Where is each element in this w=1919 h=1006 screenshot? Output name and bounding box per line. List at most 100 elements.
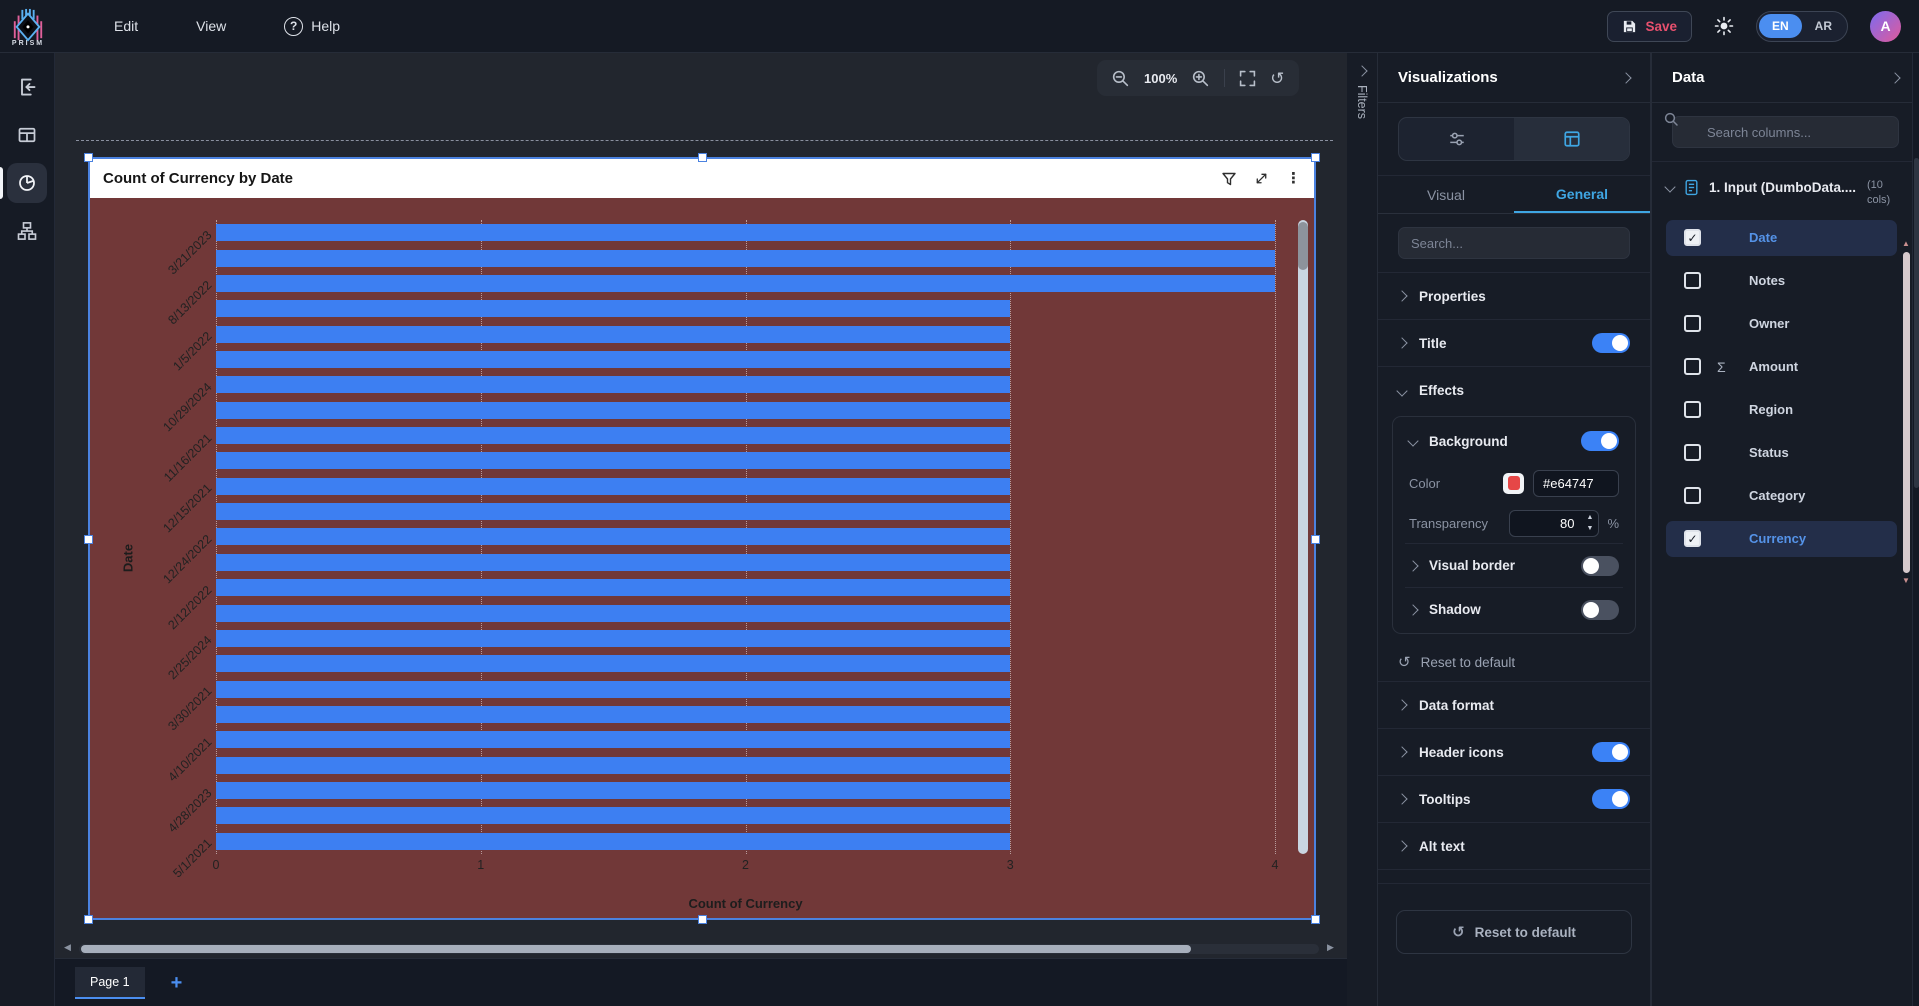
menu-edit[interactable]: Edit (114, 18, 138, 34)
column-checkbox[interactable] (1684, 358, 1701, 375)
bar[interactable] (216, 351, 1010, 368)
scroll-right-arrow[interactable]: ▶ (1327, 942, 1334, 953)
horizontal-scrollbar[interactable] (79, 944, 1319, 954)
visual-border-toggle[interactable] (1581, 556, 1619, 576)
sidebar-item-flow[interactable] (7, 211, 47, 251)
column-row[interactable]: Category (1666, 478, 1897, 514)
page-tab-1[interactable]: Page 1 (75, 967, 145, 999)
sidebar-item-layout[interactable] (7, 115, 47, 155)
zoom-out-button[interactable] (1111, 69, 1130, 88)
column-row[interactable]: Region (1666, 392, 1897, 428)
window-scrollbar[interactable] (1912, 53, 1919, 1006)
resize-handle-right[interactable] (1311, 535, 1320, 544)
section-tooltips[interactable]: Tooltips (1378, 776, 1650, 823)
tab-general[interactable]: General (1514, 176, 1650, 213)
section-header-icons[interactable]: Header icons (1378, 729, 1650, 776)
reset-to-default-button[interactable]: ↺ Reset to default (1396, 910, 1632, 954)
background-section[interactable]: Background (1405, 419, 1623, 463)
bar[interactable] (216, 224, 1275, 241)
widget-more-icon[interactable]: ⋮ (1286, 171, 1301, 186)
data-collapse-icon[interactable] (1889, 72, 1900, 83)
tooltips-toggle[interactable] (1592, 789, 1630, 809)
filters-expand-icon[interactable] (1356, 65, 1367, 76)
column-checkbox[interactable] (1684, 444, 1701, 461)
bar[interactable] (216, 579, 1010, 596)
chart-widget[interactable]: Count of Currency by Date ⋮ (88, 157, 1316, 920)
theme-toggle-button[interactable] (1714, 16, 1734, 36)
bar[interactable] (216, 300, 1010, 317)
avatar[interactable]: A (1870, 11, 1901, 42)
bar[interactable] (216, 528, 1010, 545)
window-scrollbar-thumb[interactable] (1914, 158, 1919, 488)
bar[interactable] (216, 503, 1010, 520)
lang-ar-button[interactable]: AR (1802, 14, 1845, 38)
resize-handle-bottom-left[interactable] (84, 915, 93, 924)
resize-handle-top-center[interactable] (698, 153, 707, 162)
bar[interactable] (216, 554, 1010, 571)
column-checkbox[interactable] (1684, 315, 1701, 332)
section-properties[interactable]: Properties (1378, 273, 1650, 320)
background-color-swatch[interactable] (1503, 473, 1524, 494)
scroll-left-arrow[interactable]: ◀ (64, 942, 71, 953)
header-icons-toggle[interactable] (1592, 742, 1630, 762)
column-row[interactable]: ✓Date (1666, 220, 1897, 256)
chart-scrollbar-thumb[interactable] (1298, 222, 1308, 270)
column-row[interactable]: Notes (1666, 263, 1897, 299)
transparency-increment-icon[interactable]: ▲ (1585, 512, 1596, 523)
data-scroll-down-icon[interactable]: ▼ (1902, 577, 1910, 585)
shadow-toggle[interactable] (1581, 600, 1619, 620)
sidebar-item-charts[interactable] (7, 163, 47, 203)
widget-filter-icon[interactable] (1221, 171, 1237, 187)
save-button[interactable]: Save (1607, 11, 1692, 42)
bar[interactable] (216, 427, 1010, 444)
column-row[interactable]: ✓Currency (1666, 521, 1897, 557)
bar[interactable] (216, 250, 1275, 267)
bar[interactable] (216, 731, 1010, 748)
dataset-tree-item[interactable]: 1. Input (DumboData.... (10 cols) (1652, 162, 1919, 218)
column-row[interactable]: Owner (1666, 306, 1897, 342)
data-list-scrollbar[interactable]: ▲ ▼ (1902, 240, 1910, 585)
bar[interactable] (216, 757, 1010, 774)
column-checkbox[interactable]: ✓ (1684, 530, 1701, 547)
column-row[interactable]: Status (1666, 435, 1897, 471)
bar[interactable] (216, 833, 1010, 850)
bar[interactable] (216, 706, 1010, 723)
effects-reset-link[interactable]: ↺ Reset to default (1378, 644, 1650, 682)
tab-visual[interactable]: Visual (1378, 176, 1514, 213)
column-checkbox[interactable] (1684, 401, 1701, 418)
resize-handle-bottom-right[interactable] (1311, 915, 1320, 924)
column-checkbox[interactable]: ✓ (1684, 229, 1701, 246)
background-color-input[interactable] (1533, 470, 1619, 497)
zoom-in-button[interactable] (1191, 69, 1210, 88)
bar[interactable] (216, 681, 1010, 698)
bar[interactable] (216, 655, 1010, 672)
filters-collapsed-panel[interactable]: Filters (1347, 53, 1378, 1006)
bar[interactable] (216, 478, 1010, 495)
add-page-button[interactable]: + (171, 973, 183, 993)
viz-mode-fields-button[interactable] (1399, 118, 1514, 160)
data-scroll-up-icon[interactable]: ▲ (1902, 240, 1910, 248)
collapse-panel-icon[interactable] (1620, 72, 1631, 83)
data-search-input[interactable] (1672, 116, 1899, 148)
bar[interactable] (216, 807, 1010, 824)
report-canvas[interactable]: 100% ↺ Count of Currency by Date (55, 53, 1347, 1006)
title-toggle[interactable] (1592, 333, 1630, 353)
section-effects[interactable]: Effects (1378, 367, 1650, 414)
lang-en-button[interactable]: EN (1759, 14, 1802, 38)
resize-handle-bottom-center[interactable] (698, 915, 707, 924)
fit-to-screen-button[interactable] (1239, 70, 1256, 87)
section-alt-text[interactable]: Alt text (1378, 823, 1650, 870)
bar[interactable] (216, 275, 1275, 292)
viz-search-input[interactable] (1398, 227, 1630, 259)
section-visual-border[interactable]: Visual border (1405, 543, 1623, 587)
resize-handle-top-left[interactable] (84, 153, 93, 162)
column-checkbox[interactable] (1684, 272, 1701, 289)
bar[interactable] (216, 376, 1010, 393)
widget-expand-icon[interactable] (1254, 171, 1269, 186)
bar[interactable] (216, 402, 1010, 419)
viz-mode-format-button[interactable] (1514, 118, 1629, 160)
section-title[interactable]: Title (1378, 320, 1650, 367)
bar[interactable] (216, 452, 1010, 469)
background-toggle[interactable] (1581, 431, 1619, 451)
section-shadow[interactable]: Shadow (1405, 587, 1623, 631)
